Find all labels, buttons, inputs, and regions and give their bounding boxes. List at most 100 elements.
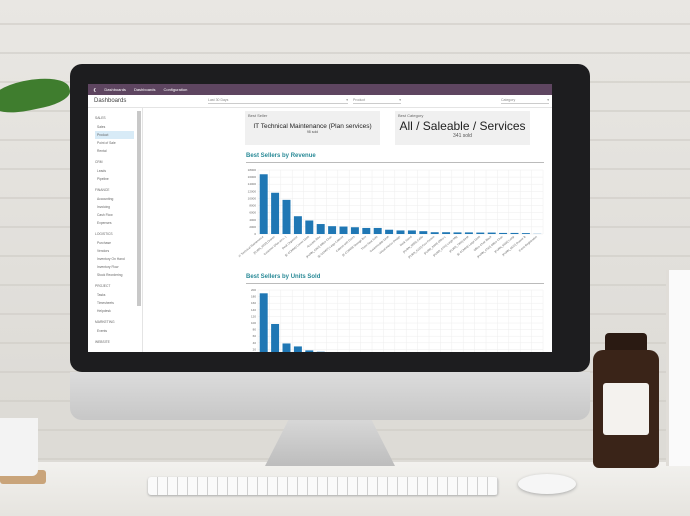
bar xyxy=(464,232,473,234)
sidebar-scrollbar[interactable] xyxy=(137,111,141,306)
bar xyxy=(385,229,394,234)
best-seller-label: Best Seller xyxy=(248,113,268,118)
sidebar-item[interactable]: Inventory On Hand xyxy=(95,255,142,263)
y-tick-label: 2000 xyxy=(249,225,256,229)
bar xyxy=(407,230,416,234)
bar xyxy=(487,232,496,234)
y-tick-label: 200 xyxy=(251,288,256,292)
bar xyxy=(362,227,371,234)
y-tick-label: 60 xyxy=(253,334,257,338)
bar xyxy=(350,227,359,234)
back-icon[interactable]: ❮ xyxy=(93,87,96,92)
y-tick-label: 12000 xyxy=(248,189,257,193)
sidebar-item[interactable]: Expenses xyxy=(95,219,142,227)
breadcrumb: Dashboards xyxy=(94,98,127,104)
sidebar-item[interactable]: Pipeline xyxy=(95,175,142,183)
x-tick-label: Virtual Interior Design xyxy=(378,234,401,255)
sidebar-section: WEBSITE xyxy=(95,340,110,344)
jar-label xyxy=(603,383,649,435)
sidebar-item[interactable]: Leads xyxy=(95,167,142,175)
bar xyxy=(293,216,302,234)
sidebar-item[interactable]: Stock Reordering xyxy=(95,271,142,279)
sidebar-item[interactable]: Tasks xyxy=(95,291,142,299)
control-panel: Dashboards Last 30 Days ▾ Product ▾ Catego… xyxy=(88,95,552,108)
best-seller-sub: 98 sold xyxy=(306,130,319,134)
bar xyxy=(293,346,302,352)
chevron-down-icon: ▾ xyxy=(346,98,348,102)
bar xyxy=(271,323,280,352)
y-tick-label: 160 xyxy=(251,301,256,305)
sidebar-section: FINANCE xyxy=(95,188,110,192)
divider xyxy=(246,283,544,284)
period-value: Last 30 Days xyxy=(208,98,229,102)
bar xyxy=(305,220,314,234)
sidebar-item[interactable]: Helpdesk xyxy=(95,307,142,315)
sidebar-item[interactable]: Events xyxy=(95,327,142,335)
picture-frame xyxy=(666,270,690,466)
best-seller-card: Best Seller IT Technical Maintenance (Pl… xyxy=(245,111,380,145)
y-tick-label: 0 xyxy=(254,232,256,236)
revenue-chart: 0 2000 4000 6000 8000 10000 12000 14000 16000 180… xyxy=(238,168,544,259)
y-tick-label: 10000 xyxy=(248,196,257,200)
bar xyxy=(316,224,325,234)
y-tick-label: 8000 xyxy=(249,204,256,208)
y-tick-label: 80 xyxy=(253,328,257,332)
y-tick-label: 20 xyxy=(253,347,257,351)
units-chart: 20 40 60 80 100 120 140 160 180 200 xyxy=(251,288,544,352)
product-placeholder: Product xyxy=(353,98,366,102)
mouse xyxy=(518,474,576,494)
bar xyxy=(328,226,337,234)
bar xyxy=(373,227,382,234)
sidebar-item[interactable]: Inventory Flow xyxy=(95,263,142,271)
best-category-sub: 341 sold xyxy=(453,133,472,139)
sidebar-item[interactable]: Accounting xyxy=(95,195,142,203)
bar xyxy=(259,174,268,234)
sidebar-item[interactable]: Rental xyxy=(95,147,142,155)
sidebar-item[interactable]: Product xyxy=(95,131,134,139)
sidebar-item[interactable]: Vendors xyxy=(95,247,142,255)
top-navbar: ❮ Dashboards Dashboards Configuration xyxy=(88,84,552,95)
divider xyxy=(246,162,544,163)
bar xyxy=(282,343,291,352)
y-tick-label: 6000 xyxy=(249,211,256,215)
monitor-chin xyxy=(70,372,590,420)
sidebar-item[interactable]: Point of Sale xyxy=(95,139,142,147)
y-tick-label: 16000 xyxy=(248,175,257,179)
y-tick-label: 180 xyxy=(251,295,256,299)
best-category-value: All / Saleable / Services xyxy=(399,119,526,133)
bar xyxy=(510,232,519,234)
best-category-card: Best Category All / Saleable / Services … xyxy=(395,111,530,145)
screen: ❮ Dashboards Dashboards Configuration Da… xyxy=(88,84,552,352)
bar xyxy=(521,233,530,234)
mug xyxy=(0,418,38,476)
best-seller-value: IT Technical Maintenance (Plan services) xyxy=(253,123,372,130)
y-tick-label: 100 xyxy=(251,321,256,325)
sidebar-section: SALES xyxy=(95,116,106,120)
category-filter[interactable]: Category ▾ xyxy=(501,98,549,104)
bar xyxy=(271,192,280,234)
y-tick-label: 140 xyxy=(251,308,256,312)
bar xyxy=(453,232,462,234)
bar xyxy=(419,231,428,234)
app-name[interactable]: Dashboards xyxy=(104,87,126,92)
bar xyxy=(442,232,451,234)
sidebar: SALES Sales Product Point of Sale Rental CRM L… xyxy=(88,108,143,352)
sidebar-item[interactable]: Invoicing xyxy=(95,203,142,211)
y-tick-label: 14000 xyxy=(248,182,257,186)
menu-configuration[interactable]: Configuration xyxy=(164,87,188,92)
sidebar-item[interactable]: Sales xyxy=(95,123,142,131)
y-tick-label: 40 xyxy=(253,341,257,345)
sidebar-item[interactable]: Cash Flow xyxy=(95,211,142,219)
bar xyxy=(476,232,485,234)
sidebar-section: MARKETING xyxy=(95,320,115,324)
chevron-down-icon: ▾ xyxy=(547,98,549,102)
sidebar-item[interactable]: Purchase xyxy=(95,239,142,247)
product-filter[interactable]: Product ▾ xyxy=(353,98,401,104)
bar xyxy=(396,230,405,234)
menu-dashboards[interactable]: Dashboards xyxy=(134,87,156,92)
bar xyxy=(430,232,439,234)
sidebar-section: PROJECT xyxy=(95,284,111,288)
period-select[interactable]: Last 30 Days ▾ xyxy=(208,98,348,104)
y-tick-label: 4000 xyxy=(249,218,256,222)
sidebar-item[interactable]: Timesheets xyxy=(95,299,142,307)
